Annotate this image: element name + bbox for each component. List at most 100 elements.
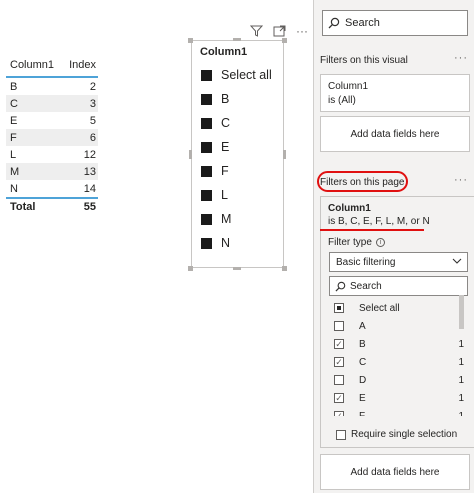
filter-value-select-all[interactable]: Select all: [329, 300, 464, 316]
filter-values-search[interactable]: Search: [329, 276, 468, 296]
slicer-item-label: F: [221, 164, 229, 178]
filter-value-item[interactable]: A1: [329, 318, 464, 334]
slicer-item-label: L: [221, 188, 228, 202]
checkbox-checked-icon: ✓: [334, 411, 344, 416]
slicer-item-label: B: [221, 92, 230, 106]
add-data-fields-page[interactable]: Add data fields here: [320, 454, 470, 490]
filter-value-item[interactable]: ✓ C 1: [329, 354, 464, 370]
slicer-title: Column1: [200, 46, 248, 58]
slicer-item[interactable]: M: [201, 211, 231, 227]
slicer-item-select-all[interactable]: Select all: [201, 67, 272, 83]
table-row: N 14: [6, 180, 98, 197]
filter-pane-search[interactable]: Search: [322, 10, 468, 36]
filter-type-select[interactable]: Basic filtering: [329, 252, 468, 272]
checkbox-icon: [201, 237, 212, 249]
slicer-item[interactable]: F: [201, 163, 229, 179]
checkbox-partial-icon: [334, 303, 344, 313]
table-cell: C: [10, 97, 18, 110]
search-icon: [330, 281, 350, 292]
table-row: L 12: [6, 146, 98, 163]
slicer-item[interactable]: B: [201, 91, 229, 107]
slicer-item[interactable]: N: [201, 235, 230, 251]
table-cell: M: [10, 165, 20, 178]
table-visual[interactable]: Column1 Index B2 C3 E5 F6 L 12 M 13 N 14 To…: [6, 54, 98, 215]
total-label: Total: [10, 201, 36, 213]
more-options-icon[interactable]: ···: [454, 174, 468, 186]
more-options-icon[interactable]: ···: [454, 52, 468, 64]
slicer-item-label: C: [221, 116, 231, 130]
add-data-fields-visual[interactable]: Add data fields here: [320, 116, 470, 152]
table-cell: L: [10, 148, 17, 161]
total-value: 55: [83, 201, 96, 213]
slicer-item[interactable]: E: [201, 139, 229, 155]
resize-handle[interactable]: [283, 150, 286, 159]
filter-type-label: Filter type i: [328, 237, 385, 248]
checkbox-icon: [201, 213, 212, 225]
resize-handle[interactable]: [233, 267, 241, 270]
table-row: B2: [6, 78, 98, 95]
resize-handle[interactable]: [282, 266, 287, 271]
resize-handle[interactable]: [282, 38, 287, 43]
search-placeholder: Search: [345, 17, 380, 29]
resize-handle[interactable]: [188, 38, 193, 43]
focus-mode-icon[interactable]: [271, 24, 287, 38]
info-icon[interactable]: i: [375, 238, 385, 247]
checkbox-checked-icon: ✓: [334, 339, 344, 349]
table-header: Column1 Index: [6, 54, 98, 78]
slicer-item-label: Select all: [221, 68, 272, 82]
slicer-item[interactable]: C: [201, 115, 230, 131]
filter-value-item[interactable]: ✓ B 1: [329, 336, 464, 352]
table-cell: 6: [89, 131, 96, 144]
table-cell: F: [10, 131, 17, 144]
visual-header: ···: [248, 24, 310, 38]
filter-condition: is (All): [328, 95, 356, 106]
slicer-item-label: N: [221, 236, 231, 250]
more-options-icon[interactable]: ···: [294, 24, 310, 38]
slicer-item-label: M: [221, 212, 232, 226]
slicer-visual[interactable]: Column1 Select all B C E F L M N: [191, 40, 284, 268]
checkbox-icon: [201, 165, 212, 177]
slicer-item[interactable]: L: [201, 187, 228, 203]
table-cell: B: [10, 80, 18, 93]
filter-condition: is B, C, E, F, L, M, or N: [328, 216, 430, 227]
chevron-down-icon: [452, 256, 462, 269]
visual-filter-card[interactable]: Column1 is (All): [320, 74, 470, 112]
checkbox-icon: [336, 429, 346, 440]
filter-value-item[interactable]: D1: [329, 372, 464, 388]
filter-value-item[interactable]: ✓ F 1: [329, 408, 464, 416]
require-single-selection[interactable]: Require single selection: [329, 429, 457, 440]
column1-header[interactable]: Column1: [6, 59, 58, 71]
table-cell: 13: [83, 165, 96, 178]
slicer-item-label: E: [221, 140, 230, 154]
checkbox-icon: [334, 375, 344, 385]
resize-handle[interactable]: [189, 150, 192, 159]
filter-field-name: Column1: [328, 203, 371, 214]
filter-field-name: Column1: [328, 81, 369, 92]
annotation-underline: [320, 229, 424, 231]
page-filter-card[interactable]: Column1 is B, C, E, F, L, M, or N Filter…: [320, 196, 474, 448]
search-icon: [323, 17, 345, 29]
checkbox-icon: [334, 321, 344, 331]
table-row: C3: [6, 95, 98, 112]
table-cell: 12: [83, 148, 96, 161]
filter-values-list: Select all A1 ✓B1 ✓C1 D1 ✓E1 ✓F1: [329, 298, 468, 416]
table-row: E5: [6, 112, 98, 129]
list-scrollbar[interactable]: [459, 295, 464, 329]
index-header[interactable]: Index: [58, 59, 98, 71]
resize-handle[interactable]: [188, 266, 193, 271]
checkbox-checked-icon: ✓: [334, 357, 344, 367]
filter-icon[interactable]: [248, 24, 264, 38]
table-cell: 3: [89, 97, 96, 110]
checkbox-icon: [201, 69, 212, 81]
table-cell: N: [10, 182, 18, 195]
checkbox-icon: [201, 141, 212, 153]
checkbox-icon: [201, 117, 212, 129]
checkbox-icon: [201, 189, 212, 201]
table-cell: E: [10, 114, 18, 127]
resize-handle[interactable]: [233, 38, 241, 41]
table-cell: 2: [89, 80, 96, 93]
table-cell: 14: [83, 182, 96, 195]
annotation-circle: [317, 171, 408, 192]
table-cell: 5: [89, 114, 96, 127]
filter-value-item[interactable]: ✓ E 1: [329, 390, 464, 406]
